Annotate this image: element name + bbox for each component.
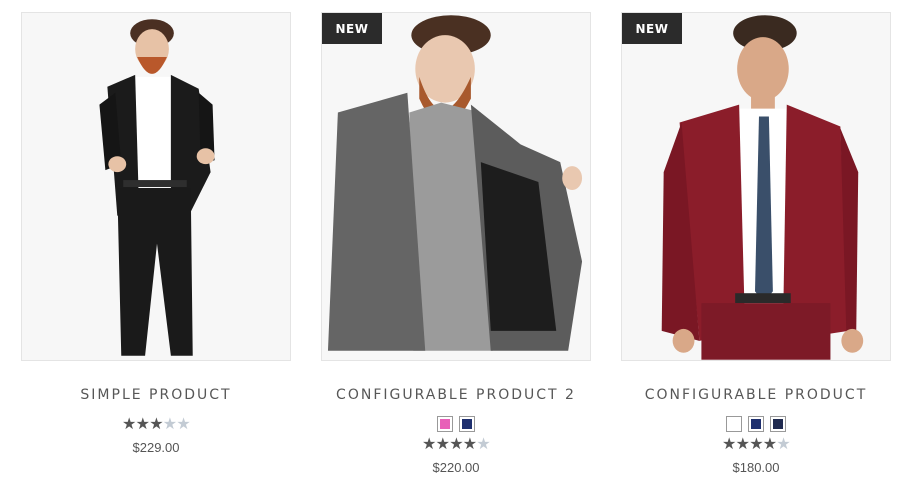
product-image-link[interactable]: NEW [321, 12, 591, 361]
color-swatch[interactable] [437, 416, 453, 432]
star-filled-icon: ★ [135, 414, 150, 433]
star-filled-icon: ★ [762, 434, 778, 453]
star-empty-icon: ★ [162, 414, 178, 433]
star-filled-icon: ★ [149, 414, 164, 433]
product-name-link[interactable]: SIMPLE PRODUCT [21, 387, 291, 403]
color-swatch[interactable] [726, 416, 742, 432]
color-swatch[interactable] [748, 416, 764, 432]
product-price: $220.00 [432, 460, 480, 475]
color-swatch[interactable] [459, 416, 475, 432]
rating-stars: ★ ★ ★ ★ ★ [321, 436, 591, 452]
new-badge: NEW [322, 13, 382, 44]
product-card: SIMPLE PRODUCT ★ ★ ★ ★ ★ $229.00 [21, 12, 291, 455]
star-filled-icon: ★ [749, 434, 764, 453]
star-empty-icon: ★ [776, 434, 791, 453]
product-photo-grey-blazer [322, 13, 590, 360]
product-card: NEW CONFIGURABLE PRODUCT 2 ★ ★ ★ ★ ★ $220.00 [321, 12, 591, 475]
star-filled-icon: ★ [422, 434, 437, 453]
star-empty-icon: ★ [476, 434, 491, 453]
product-price: $229.00 [132, 440, 180, 455]
color-swatches [321, 416, 591, 432]
color-swatch[interactable] [770, 416, 786, 432]
product-name-link[interactable]: CONFIGURABLE PRODUCT [621, 387, 891, 403]
star-filled-icon: ★ [722, 434, 737, 453]
star-empty-icon: ★ [176, 414, 191, 433]
rating-stars: ★ ★ ★ ★ ★ [621, 436, 891, 452]
product-photo-black-suit [22, 13, 290, 360]
product-image-link[interactable]: NEW [621, 12, 891, 361]
product-price: $180.00 [732, 460, 780, 475]
star-filled-icon: ★ [735, 434, 750, 453]
new-badge: NEW [622, 13, 682, 44]
product-grid: SIMPLE PRODUCT ★ ★ ★ ★ ★ $229.00 NEW CON… [0, 0, 911, 499]
star-filled-icon: ★ [435, 434, 450, 453]
product-photo-red-suit [622, 13, 890, 360]
star-filled-icon: ★ [462, 434, 478, 453]
star-filled-icon: ★ [122, 414, 137, 433]
color-swatches [621, 416, 891, 432]
product-image-link[interactable] [21, 12, 291, 361]
product-card: NEW CONFIGURABLE PRODUCT ★ ★ ★ ★ ★ $180.00 [621, 12, 891, 475]
star-filled-icon: ★ [449, 434, 464, 453]
product-name-link[interactable]: CONFIGURABLE PRODUCT 2 [321, 387, 591, 403]
rating-stars: ★ ★ ★ ★ ★ [21, 416, 291, 432]
